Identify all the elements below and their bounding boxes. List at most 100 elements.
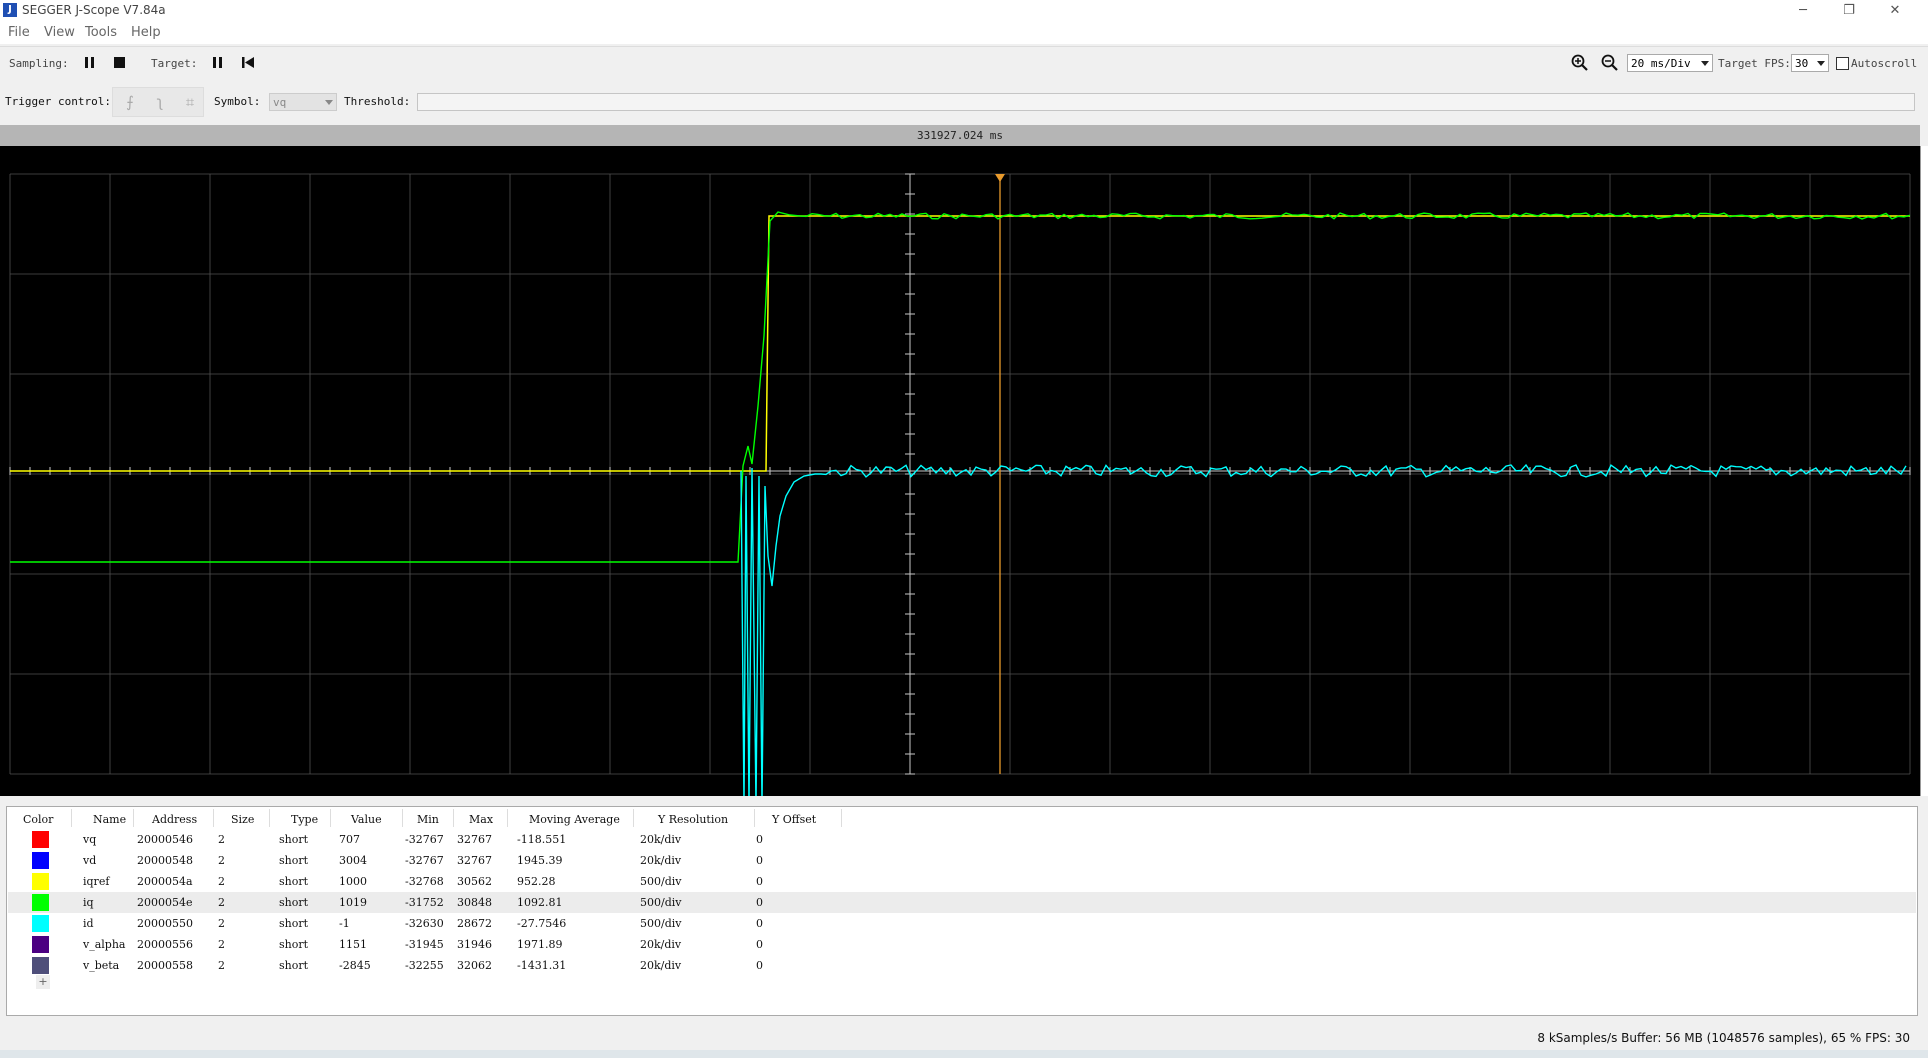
row-value: 3004 <box>339 854 367 867</box>
channel-color-swatch[interactable] <box>32 957 49 974</box>
row-y-offset: 0 <box>756 959 763 972</box>
row-y-resolution: 20k/div <box>640 959 682 972</box>
channel-color-swatch[interactable] <box>32 894 49 911</box>
scope-plot-area[interactable] <box>0 146 1920 796</box>
table-row[interactable]: vq 20000546 2 short 707 -32767 32767 -118.551 20… <box>8 829 1916 850</box>
row-min: -32767 <box>405 833 444 846</box>
table-row[interactable]: id 20000550 2 short -1 -32630 28672 -27.7546 500… <box>8 913 1916 934</box>
channel-color-swatch[interactable] <box>32 936 49 953</box>
col-y-offset[interactable]: Y Offset <box>772 813 816 826</box>
col-value[interactable]: Value <box>351 813 382 826</box>
table-row[interactable]: iq 2000054e 2 short 1019 -31752 30848 1092.81 50… <box>8 892 1916 913</box>
col-max[interactable]: Max <box>469 813 493 826</box>
row-y-offset: 0 <box>756 917 763 930</box>
trigger-any-edge-button[interactable]: ⌗ <box>178 87 202 117</box>
col-y-resolution[interactable]: Y Resolution <box>658 813 728 826</box>
row-min: -32255 <box>405 959 444 972</box>
scope-svg[interactable] <box>0 146 1920 796</box>
channel-color-swatch[interactable] <box>32 873 49 890</box>
row-max: 30562 <box>457 875 492 888</box>
row-moving-average: 1945.39 <box>517 854 563 867</box>
row-max: 31946 <box>457 938 492 951</box>
row-name: id <box>83 917 94 930</box>
stop-icon <box>114 57 125 68</box>
row-moving-average: -27.7546 <box>517 917 567 930</box>
channel-color-swatch[interactable] <box>32 831 49 848</box>
row-y-offset: 0 <box>756 938 763 951</box>
time-per-div-select[interactable]: 20 ms/Div <box>1627 54 1713 72</box>
row-max: 28672 <box>457 917 492 930</box>
row-max: 32767 <box>457 833 492 846</box>
row-size: 2 <box>218 959 225 972</box>
row-value: 707 <box>339 833 360 846</box>
sampling-pause-button[interactable] <box>82 55 98 71</box>
menu-bar: File View Tools Help <box>0 22 1928 44</box>
table-row[interactable]: v_beta 20000558 2 short -2845 -32255 32062 -143… <box>8 955 1916 976</box>
zoom-in-icon <box>1571 54 1588 71</box>
row-type: short <box>279 959 309 972</box>
table-row[interactable]: v_alpha 20000556 2 short 1151 -31945 31946 1971… <box>8 934 1916 955</box>
row-size: 2 <box>218 854 225 867</box>
col-color[interactable]: Color <box>23 813 53 826</box>
restore-button[interactable]: ❐ <box>1834 2 1864 20</box>
row-address: 20000550 <box>137 917 193 930</box>
row-address: 20000548 <box>137 854 193 867</box>
col-address[interactable]: Address <box>152 813 197 826</box>
target-fps-value: 30 <box>1795 57 1809 70</box>
status-text: 8 kSamples/s Buffer: 56 MB (1048576 samp… <box>1537 1031 1910 1045</box>
threshold-input[interactable] <box>417 93 1915 111</box>
menu-file[interactable]: File <box>8 25 30 40</box>
title-bar: J SEGGER J-Scope V7.84a ─ ❐ ✕ <box>0 0 1928 22</box>
col-name[interactable]: Name <box>93 813 126 826</box>
target-pause-button[interactable] <box>210 55 226 71</box>
row-type: short <box>279 917 309 930</box>
symbol-label: Symbol: <box>214 95 261 108</box>
row-address: 20000558 <box>137 959 193 972</box>
menu-tools[interactable]: Tools <box>85 25 117 40</box>
row-value: -1 <box>339 917 350 930</box>
minimize-button[interactable]: ─ <box>1788 2 1818 20</box>
add-channel-button[interactable]: + <box>36 975 50 989</box>
menu-view[interactable]: View <box>44 25 75 40</box>
row-min: -31945 <box>405 938 444 951</box>
trigger-symbol-select[interactable]: vq <box>269 93 337 111</box>
row-size: 2 <box>218 833 225 846</box>
row-min: -32768 <box>405 875 444 888</box>
row-name: iq <box>83 896 94 909</box>
trigger-falling-edge-button[interactable]: ʅ <box>148 87 172 117</box>
row-type: short <box>279 938 309 951</box>
row-value: 1151 <box>339 938 367 951</box>
chevron-down-icon <box>325 100 333 105</box>
zoom-in-button[interactable] <box>1571 54 1588 71</box>
time-position-bar[interactable]: 331927.024 ms <box>0 125 1920 146</box>
row-type: short <box>279 854 309 867</box>
zoom-out-button[interactable] <box>1601 54 1618 71</box>
row-y-offset: 0 <box>756 833 763 846</box>
menu-help[interactable]: Help <box>131 25 161 40</box>
target-reset-button[interactable] <box>240 55 256 71</box>
row-address: 20000556 <box>137 938 193 951</box>
table-row[interactable]: iqref 2000054a 2 short 1000 -32768 30562 952.28… <box>8 871 1916 892</box>
autoscroll-checkbox[interactable] <box>1836 57 1849 70</box>
row-size: 2 <box>218 896 225 909</box>
close-button[interactable]: ✕ <box>1880 2 1910 20</box>
col-min[interactable]: Min <box>417 813 439 826</box>
channel-color-swatch[interactable] <box>32 915 49 932</box>
row-address: 20000546 <box>137 833 193 846</box>
col-type[interactable]: Type <box>291 813 318 826</box>
row-y-offset: 0 <box>756 896 763 909</box>
scope-grid <box>9 173 1911 775</box>
col-size[interactable]: Size <box>231 813 254 826</box>
table-row[interactable]: vd 20000548 2 short 3004 -32767 32767 1945.39 20… <box>8 850 1916 871</box>
row-address: 2000054a <box>137 875 193 888</box>
row-name: v_beta <box>83 959 120 972</box>
target-fps-select[interactable]: 30 <box>1791 54 1829 72</box>
trigger-rising-edge-button[interactable]: ⨍ <box>118 87 142 117</box>
channel-color-swatch[interactable] <box>32 852 49 869</box>
row-moving-average: 1092.81 <box>517 896 563 909</box>
scope-scrollbar[interactable] <box>1920 146 1928 796</box>
sampling-stop-button[interactable] <box>112 55 128 71</box>
window-title: SEGGER J-Scope V7.84a <box>22 3 166 17</box>
row-y-offset: 0 <box>756 875 763 888</box>
col-moving-average[interactable]: Moving Average <box>529 813 620 826</box>
